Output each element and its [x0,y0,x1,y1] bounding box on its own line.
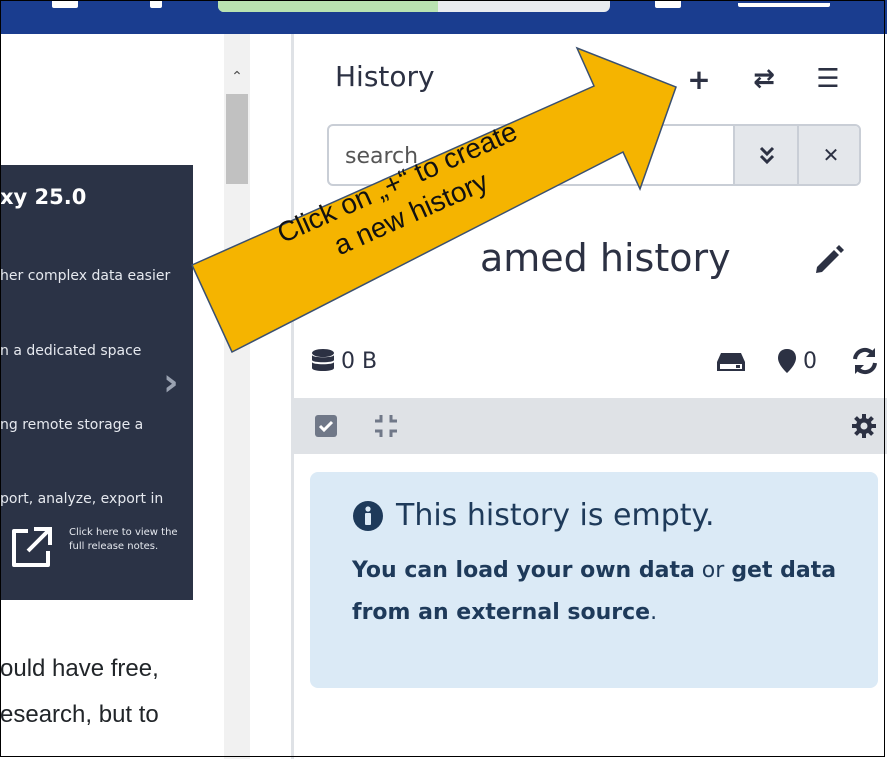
callout-arrow: Click on „+“ to create a new history [191,46,677,354]
